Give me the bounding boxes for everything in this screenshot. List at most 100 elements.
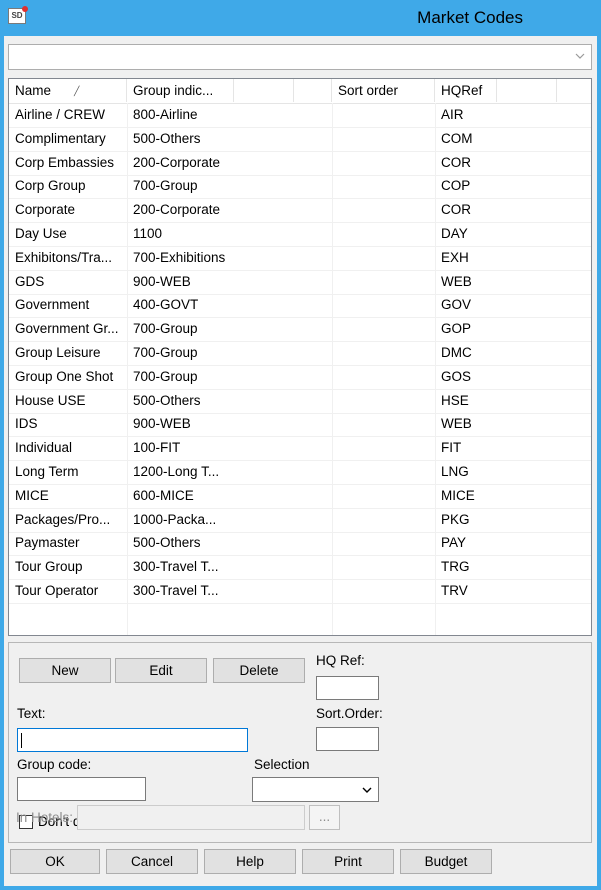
cell-group: 800-Airline xyxy=(133,107,198,122)
column-header-hqref[interactable]: HQRef xyxy=(435,79,497,102)
column-header-name[interactable]: Name ╱ xyxy=(9,79,127,102)
cell-sort-order xyxy=(332,531,435,555)
cell-group: 1100 xyxy=(133,226,163,241)
cell-name: GDS xyxy=(15,273,45,289)
text-input[interactable] xyxy=(17,728,248,752)
print-button[interactable]: Print xyxy=(302,849,394,874)
group-code-label: Group code: xyxy=(17,757,92,772)
delete-button[interactable]: Delete xyxy=(213,658,305,683)
column-header-sort-order[interactable]: Sort order xyxy=(332,79,435,102)
cell-sort-order xyxy=(332,174,435,198)
hq-ref-input[interactable] xyxy=(316,676,379,700)
table-row[interactable]: MICE 600-MICE MICE xyxy=(9,484,591,509)
cell-sort-order xyxy=(332,579,435,603)
table-row[interactable]: GDS 900-WEB WEB xyxy=(9,270,591,295)
table-row[interactable]: Tour Group 300-Travel T... TRG xyxy=(9,555,591,581)
selection-dropdown[interactable] xyxy=(252,777,379,802)
table-row[interactable]: Group Leisure 700-Group DMC xyxy=(9,341,591,366)
table-row[interactable]: Corporate 200-Corporate COR xyxy=(9,198,591,224)
cell-hqref: COR xyxy=(441,154,471,170)
table-row[interactable]: Complimentary 500-Others COM xyxy=(9,127,591,152)
help-button[interactable]: Help xyxy=(204,849,296,874)
cell-hqref: AIR xyxy=(441,107,464,122)
sort-order-label: Sort.Order: xyxy=(316,706,383,721)
cell-sort-order xyxy=(332,365,435,389)
table-row[interactable]: Tour Operator 300-Travel T... TRV xyxy=(9,579,591,604)
cell-group: 100-FIT xyxy=(133,440,181,456)
cell-group: 1200-Long T... xyxy=(133,464,220,479)
cell-group: 500-Others xyxy=(133,392,201,408)
cell-name: Complimentary xyxy=(15,130,106,146)
sort-order-input[interactable] xyxy=(316,727,379,751)
edit-button[interactable]: Edit xyxy=(115,658,207,683)
table-row[interactable]: Day Use 1100 DAY xyxy=(9,222,591,247)
table-row[interactable]: Government Gr... 700-Group GOP xyxy=(9,317,591,343)
column-header-group[interactable]: Group indic... xyxy=(127,79,234,102)
cell-group: 1000-Packa... xyxy=(133,511,217,527)
cell-sort-order xyxy=(332,270,435,294)
cell-name: Packages/Pro... xyxy=(15,511,111,527)
cell-hqref: DMC xyxy=(441,345,472,360)
table-row[interactable]: Individual 100-FIT FIT xyxy=(9,436,591,462)
table-row[interactable]: Corp Embassies 200-Corporate COR xyxy=(9,151,591,176)
cell-name: Corporate xyxy=(15,202,76,218)
dialog-body: Name ╱ Group indic... Sort order HQRef A… xyxy=(4,36,597,886)
table-row[interactable]: Exhibitons/Tra... 700-Exhibitions EXH xyxy=(9,246,591,271)
cell-group: 500-Others xyxy=(133,535,201,551)
cell-group: 700-Group xyxy=(133,178,198,194)
cell-group: 300-Travel T... xyxy=(133,559,219,575)
market-codes-grid[interactable]: Name ╱ Group indic... Sort order HQRef A… xyxy=(8,78,592,636)
cell-name: Long Term xyxy=(15,464,79,479)
in-hotels-input[interactable] xyxy=(77,805,305,830)
table-row[interactable]: Group One Shot 700-Group GOS xyxy=(9,365,591,390)
table-row[interactable]: Government 400-GOVT GOV xyxy=(9,293,591,319)
cancel-button[interactable]: Cancel xyxy=(106,849,198,874)
filter-combobox[interactable] xyxy=(8,44,592,70)
table-row[interactable]: House USE 500-Others HSE xyxy=(9,389,591,414)
table-row[interactable]: IDS 900-WEB WEB xyxy=(9,412,591,438)
cell-name: Airline / CREW xyxy=(15,107,106,122)
in-hotels-browse-button[interactable]: ... xyxy=(309,805,340,830)
cell-hqref: PAY xyxy=(441,535,467,551)
cell-hqref: PKG xyxy=(441,511,470,527)
cell-hqref: WEB xyxy=(441,273,472,289)
cell-hqref: TRG xyxy=(441,559,470,575)
cell-sort-order xyxy=(332,151,435,175)
selection-label: Selection xyxy=(254,757,310,772)
table-row[interactable]: Paymaster 500-Others PAY xyxy=(9,531,591,557)
cell-group: 700-Group xyxy=(133,345,198,360)
ok-button[interactable]: OK xyxy=(10,849,100,874)
cell-name: MICE xyxy=(15,487,49,503)
column-header-blank-1[interactable] xyxy=(234,79,294,102)
cell-hqref: FIT xyxy=(441,440,462,456)
cell-sort-order xyxy=(332,412,435,436)
cell-sort-order xyxy=(332,246,435,270)
cell-name: Group One Shot xyxy=(15,368,114,384)
table-row[interactable]: Corp Group 700-Group COP xyxy=(9,174,591,200)
cell-group: 200-Corporate xyxy=(133,154,221,170)
cell-hqref: LNG xyxy=(441,464,469,479)
cell-sort-order xyxy=(332,127,435,151)
cell-name: Government Gr... xyxy=(15,321,119,337)
table-row[interactable]: Packages/Pro... 1000-Packa... PKG xyxy=(9,508,591,533)
column-header-blank-2[interactable] xyxy=(294,79,332,102)
cell-name: Exhibitons/Tra... xyxy=(15,249,113,265)
cell-hqref: GOP xyxy=(441,321,472,337)
cell-sort-order xyxy=(332,389,435,413)
group-code-input[interactable] xyxy=(17,777,146,801)
cell-group: 500-Others xyxy=(133,130,201,146)
new-button[interactable]: New xyxy=(19,658,111,683)
cell-group: 200-Corporate xyxy=(133,202,221,218)
cell-group: 900-WEB xyxy=(133,416,191,432)
column-header-blank-3[interactable] xyxy=(497,79,557,102)
in-hotels-label: In Hotels: xyxy=(16,810,74,825)
budget-button[interactable]: Budget xyxy=(400,849,492,874)
cell-sort-order xyxy=(332,341,435,365)
table-row[interactable]: Long Term 1200-Long T... LNG xyxy=(9,460,591,485)
cell-name: Tour Group xyxy=(15,559,83,575)
cell-hqref: WEB xyxy=(441,416,472,432)
cell-sort-order xyxy=(332,103,435,127)
grid-header: Name ╱ Group indic... Sort order HQRef xyxy=(9,79,591,104)
cell-sort-order xyxy=(332,508,435,532)
table-row[interactable]: Airline / CREW 800-Airline AIR xyxy=(9,103,591,128)
